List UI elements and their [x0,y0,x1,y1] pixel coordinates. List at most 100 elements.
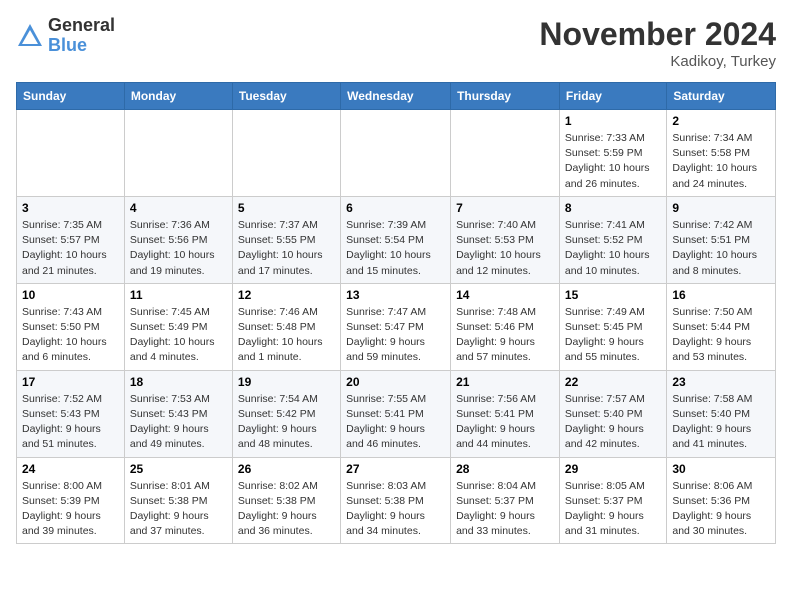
day-number: 30 [672,462,770,476]
day-number: 13 [346,288,445,302]
calendar-cell: 22 Sunrise: 7:57 AMSunset: 5:40 PMDayligh… [559,370,666,457]
calendar-cell: 11 Sunrise: 7:45 AMSunset: 5:49 PMDayligh… [124,283,232,370]
logo-icon [16,22,44,50]
day-info: Sunrise: 7:55 AMSunset: 5:41 PMDaylight:… [346,392,445,453]
day-number: 27 [346,462,445,476]
calendar-week-row: 3 Sunrise: 7:35 AMSunset: 5:57 PMDaylight… [17,196,776,283]
day-info: Sunrise: 7:50 AMSunset: 5:44 PMDaylight:… [672,305,770,366]
day-number: 20 [346,375,445,389]
day-info: Sunrise: 8:03 AMSunset: 5:38 PMDaylight:… [346,479,445,540]
day-info: Sunrise: 7:37 AMSunset: 5:55 PMDaylight:… [238,218,335,279]
logo: General Blue [16,16,115,56]
calendar-cell: 3 Sunrise: 7:35 AMSunset: 5:57 PMDaylight… [17,196,125,283]
calendar-body: 1 Sunrise: 7:33 AMSunset: 5:59 PMDaylight… [17,110,776,544]
day-number: 29 [565,462,661,476]
day-info: Sunrise: 7:56 AMSunset: 5:41 PMDaylight:… [456,392,554,453]
calendar-cell: 17 Sunrise: 7:52 AMSunset: 5:43 PMDayligh… [17,370,125,457]
calendar-cell: 15Sunrise: 7:49 AMSunset: 5:45 PMDayligh… [559,283,666,370]
calendar-cell: 4Sunrise: 7:36 AMSunset: 5:56 PMDaylight… [124,196,232,283]
calendar-cell [124,110,232,197]
day-number: 1 [565,114,661,128]
day-number: 25 [130,462,227,476]
day-info: Sunrise: 7:42 AMSunset: 5:51 PMDaylight:… [672,218,770,279]
day-number: 28 [456,462,554,476]
calendar-table: SundayMondayTuesdayWednesdayThursdayFrid… [16,82,776,544]
calendar-cell: 5Sunrise: 7:37 AMSunset: 5:55 PMDaylight… [232,196,340,283]
day-info: Sunrise: 7:45 AMSunset: 5:49 PMDaylight:… [130,305,227,366]
day-info: Sunrise: 7:36 AMSunset: 5:56 PMDaylight:… [130,218,227,279]
day-info: Sunrise: 8:02 AMSunset: 5:38 PMDaylight:… [238,479,335,540]
day-info: Sunrise: 7:39 AMSunset: 5:54 PMDaylight:… [346,218,445,279]
calendar-cell: 28Sunrise: 8:04 AMSunset: 5:37 PMDayligh… [451,457,560,544]
calendar-cell: 25 Sunrise: 8:01 AMSunset: 5:38 PMDayligh… [124,457,232,544]
calendar-cell [17,110,125,197]
weekday-header: Saturday [667,83,776,110]
calendar-cell: 18 Sunrise: 7:53 AMSunset: 5:43 PMDayligh… [124,370,232,457]
calendar-cell [232,110,340,197]
logo-text: General Blue [48,16,115,56]
day-info: Sunrise: 8:05 AMSunset: 5:37 PMDaylight:… [565,479,661,540]
day-number: 22 [565,375,661,389]
calendar-week-row: 24 Sunrise: 8:00 AMSunset: 5:39 PMDayligh… [17,457,776,544]
weekday-header: Tuesday [232,83,340,110]
day-number: 17 [22,375,119,389]
day-number: 21 [456,375,554,389]
day-number: 11 [130,288,227,302]
logo-general: General [48,16,115,36]
calendar-cell: 12 Sunrise: 7:46 AMSunset: 5:48 PMDayligh… [232,283,340,370]
title-block: November 2024 Kadikoy, Turkey [539,16,776,70]
page-header: General Blue November 2024 Kadikoy, Turk… [16,16,776,70]
day-info: Sunrise: 7:34 AMSunset: 5:58 PMDaylight:… [672,131,770,192]
day-info: Sunrise: 8:00 AMSunset: 5:39 PMDaylight:… [22,479,119,540]
weekday-header: Monday [124,83,232,110]
day-info: Sunrise: 7:35 AMSunset: 5:57 PMDaylight:… [22,218,119,279]
day-number: 12 [238,288,335,302]
calendar-cell [341,110,451,197]
calendar-cell: 16Sunrise: 7:50 AMSunset: 5:44 PMDayligh… [667,283,776,370]
calendar-cell: 7Sunrise: 7:40 AMSunset: 5:53 PMDaylight… [451,196,560,283]
calendar-week-row: 1 Sunrise: 7:33 AMSunset: 5:59 PMDaylight… [17,110,776,197]
calendar-cell: 24 Sunrise: 8:00 AMSunset: 5:39 PMDayligh… [17,457,125,544]
calendar-cell: 21 Sunrise: 7:56 AMSunset: 5:41 PMDayligh… [451,370,560,457]
calendar-header: SundayMondayTuesdayWednesdayThursdayFrid… [17,83,776,110]
day-number: 8 [565,201,661,215]
calendar-cell [451,110,560,197]
day-number: 18 [130,375,227,389]
weekday-header: Friday [559,83,666,110]
weekday-header: Thursday [451,83,560,110]
day-info: Sunrise: 7:52 AMSunset: 5:43 PMDaylight:… [22,392,119,453]
day-number: 3 [22,201,119,215]
day-info: Sunrise: 7:57 AMSunset: 5:40 PMDaylight:… [565,392,661,453]
day-info: Sunrise: 7:33 AMSunset: 5:59 PMDaylight:… [565,131,661,192]
day-info: Sunrise: 7:47 AMSunset: 5:47 PMDaylight:… [346,305,445,366]
location: Kadikoy, Turkey [539,53,776,70]
day-info: Sunrise: 7:40 AMSunset: 5:53 PMDaylight:… [456,218,554,279]
day-number: 15 [565,288,661,302]
day-info: Sunrise: 7:43 AMSunset: 5:50 PMDaylight:… [22,305,119,366]
day-info: Sunrise: 7:48 AMSunset: 5:46 PMDaylight:… [456,305,554,366]
weekday-header: Wednesday [341,83,451,110]
day-number: 14 [456,288,554,302]
day-number: 24 [22,462,119,476]
calendar-cell: 8Sunrise: 7:41 AMSunset: 5:52 PMDaylight… [559,196,666,283]
calendar-cell: 29 Sunrise: 8:05 AMSunset: 5:37 PMDayligh… [559,457,666,544]
day-number: 2 [672,114,770,128]
calendar-cell: 6 Sunrise: 7:39 AMSunset: 5:54 PMDaylight… [341,196,451,283]
logo-blue: Blue [48,36,115,56]
day-number: 10 [22,288,119,302]
calendar-cell: 1 Sunrise: 7:33 AMSunset: 5:59 PMDaylight… [559,110,666,197]
calendar-cell: 26 Sunrise: 8:02 AMSunset: 5:38 PMDayligh… [232,457,340,544]
day-info: Sunrise: 8:01 AMSunset: 5:38 PMDaylight:… [130,479,227,540]
calendar-cell: 14 Sunrise: 7:48 AMSunset: 5:46 PMDayligh… [451,283,560,370]
calendar-week-row: 10 Sunrise: 7:43 AMSunset: 5:50 PMDayligh… [17,283,776,370]
calendar-cell: 30Sunrise: 8:06 AMSunset: 5:36 PMDayligh… [667,457,776,544]
calendar-cell: 19Sunrise: 7:54 AMSunset: 5:42 PMDayligh… [232,370,340,457]
day-number: 26 [238,462,335,476]
day-info: Sunrise: 7:46 AMSunset: 5:48 PMDaylight:… [238,305,335,366]
weekday-header: Sunday [17,83,125,110]
calendar-cell: 23Sunrise: 7:58 AMSunset: 5:40 PMDayligh… [667,370,776,457]
day-number: 6 [346,201,445,215]
calendar-cell: 13 Sunrise: 7:47 AMSunset: 5:47 PMDayligh… [341,283,451,370]
calendar-cell: 2 Sunrise: 7:34 AMSunset: 5:58 PMDaylight… [667,110,776,197]
day-info: Sunrise: 7:53 AMSunset: 5:43 PMDaylight:… [130,392,227,453]
